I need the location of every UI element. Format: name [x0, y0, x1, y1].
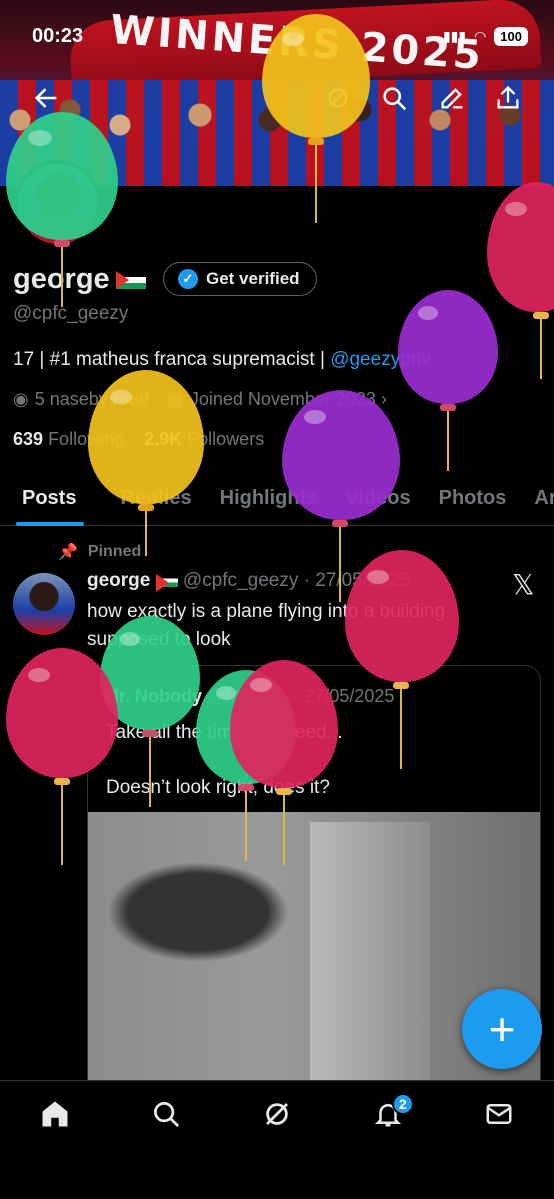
- profile-tabs: Posts Replies Highlights Videos Photos A…: [0, 470, 554, 526]
- profile-avatar[interactable]: [14, 160, 102, 248]
- compose-button[interactable]: +: [462, 989, 542, 1069]
- nav-home[interactable]: [35, 1099, 75, 1139]
- quote-meta: @Mmist... · 27/05/2025: [207, 686, 395, 706]
- mail-icon: [486, 1104, 512, 1124]
- compose-icon: +: [488, 1003, 516, 1055]
- post-meta: @cpfc_geezy · 27/05/2025: [182, 570, 411, 591]
- calendar-icon: ▦: [166, 389, 184, 409]
- tab-highlights[interactable]: Highlights: [206, 470, 332, 526]
- palestine-flag-icon: [115, 270, 146, 289]
- quote-text-line-2: Doesn’t look right, does it?: [106, 777, 330, 798]
- get-verified-button[interactable]: ✓ Get verified: [163, 262, 317, 296]
- signal-icon: ▮▮▮: [442, 27, 467, 44]
- pin-icon: 📌: [58, 544, 78, 561]
- pinned-label: Pinned: [87, 543, 142, 560]
- quote-header: Mr. Nobody @Mmist... · 27/05/2025: [104, 686, 394, 707]
- joined-text: Joined November 2023: [189, 389, 376, 409]
- nav-grok[interactable]: [257, 1099, 297, 1139]
- grok-icon[interactable]: [324, 84, 352, 112]
- tower-shape: [310, 822, 430, 1094]
- palestine-flag-icon: [155, 574, 178, 593]
- pinned-indicator: 📌 Pinned: [58, 542, 141, 562]
- following-link[interactable]: 639 Following: [13, 429, 124, 449]
- following-label: Following: [48, 429, 125, 449]
- follow-stats: 639 Following 2.9K Followers: [13, 429, 264, 450]
- nav-search[interactable]: [146, 1099, 186, 1139]
- grok-icon: [266, 1103, 288, 1125]
- status-icons: ▮▮▮ ◠ 100: [442, 26, 528, 46]
- status-bar: 00:23 ▮▮▮ ◠ 100: [32, 22, 528, 50]
- followers-link[interactable]: 2.9K Followers: [144, 429, 264, 449]
- search-icon[interactable]: [380, 84, 408, 112]
- following-count: 639: [13, 429, 44, 449]
- location-text: 5 naseby road: [34, 389, 149, 409]
- post-avatar[interactable]: [13, 573, 75, 635]
- notifications-badge: 2: [391, 1093, 414, 1115]
- nav-notifications[interactable]: 2: [368, 1093, 414, 1139]
- profile-name-text: george: [13, 263, 110, 295]
- status-time: 00:23: [32, 24, 84, 47]
- share-icon[interactable]: [494, 84, 522, 112]
- verified-badge-icon: ✓: [178, 269, 198, 289]
- tab-videos[interactable]: Videos: [331, 470, 424, 526]
- battery-indicator: 100: [494, 26, 528, 46]
- profile-name: george: [13, 263, 146, 296]
- post-header: george @cpfc_geezy · 27/05/2025: [87, 570, 411, 593]
- nav-messages[interactable]: [479, 1099, 519, 1139]
- location-icon: ◉: [13, 389, 29, 409]
- quote-text-line-1: Take all the time you need...: [106, 722, 343, 743]
- bio-link[interactable]: @geezypriv: [330, 349, 431, 370]
- search-icon: [154, 1102, 179, 1127]
- post-author[interactable]: george: [87, 570, 150, 591]
- chevron-right-icon: ›: [380, 389, 387, 409]
- profile-location: ◉ 5 naseby road: [13, 389, 149, 410]
- back-icon[interactable]: [32, 84, 60, 112]
- quote-author: Mr. Nobody: [104, 686, 202, 706]
- edit-icon[interactable]: [438, 84, 466, 112]
- x-logo-icon: 𝕏: [512, 568, 535, 601]
- followers-count: 2.9K: [144, 429, 183, 449]
- tab-replies[interactable]: Replies: [106, 470, 205, 526]
- profile-meta: ◉ 5 naseby road ▦ Joined November 2023 ›: [13, 389, 387, 410]
- home-icon: [42, 1101, 68, 1127]
- profile-joined[interactable]: ▦ Joined November 2023 ›: [167, 389, 387, 410]
- profile-bio: 17 | #1 matheus franca supremacist | @ge…: [13, 349, 431, 371]
- followers-label: Followers: [187, 429, 265, 449]
- tab-posts[interactable]: Posts: [0, 470, 106, 526]
- bio-text: 17 | #1 matheus franca supremacist |: [13, 349, 331, 370]
- get-verified-label: Get verified: [206, 269, 300, 288]
- tab-articles[interactable]: Ar: [520, 470, 554, 526]
- bottom-nav: 2: [0, 1080, 554, 1199]
- profile-handle: @cpfc_geezy: [13, 303, 129, 324]
- tab-photos[interactable]: Photos: [425, 470, 521, 526]
- post-text: how exactly is a plane flying into a bui…: [87, 601, 446, 650]
- wifi-icon: ◠: [474, 27, 487, 44]
